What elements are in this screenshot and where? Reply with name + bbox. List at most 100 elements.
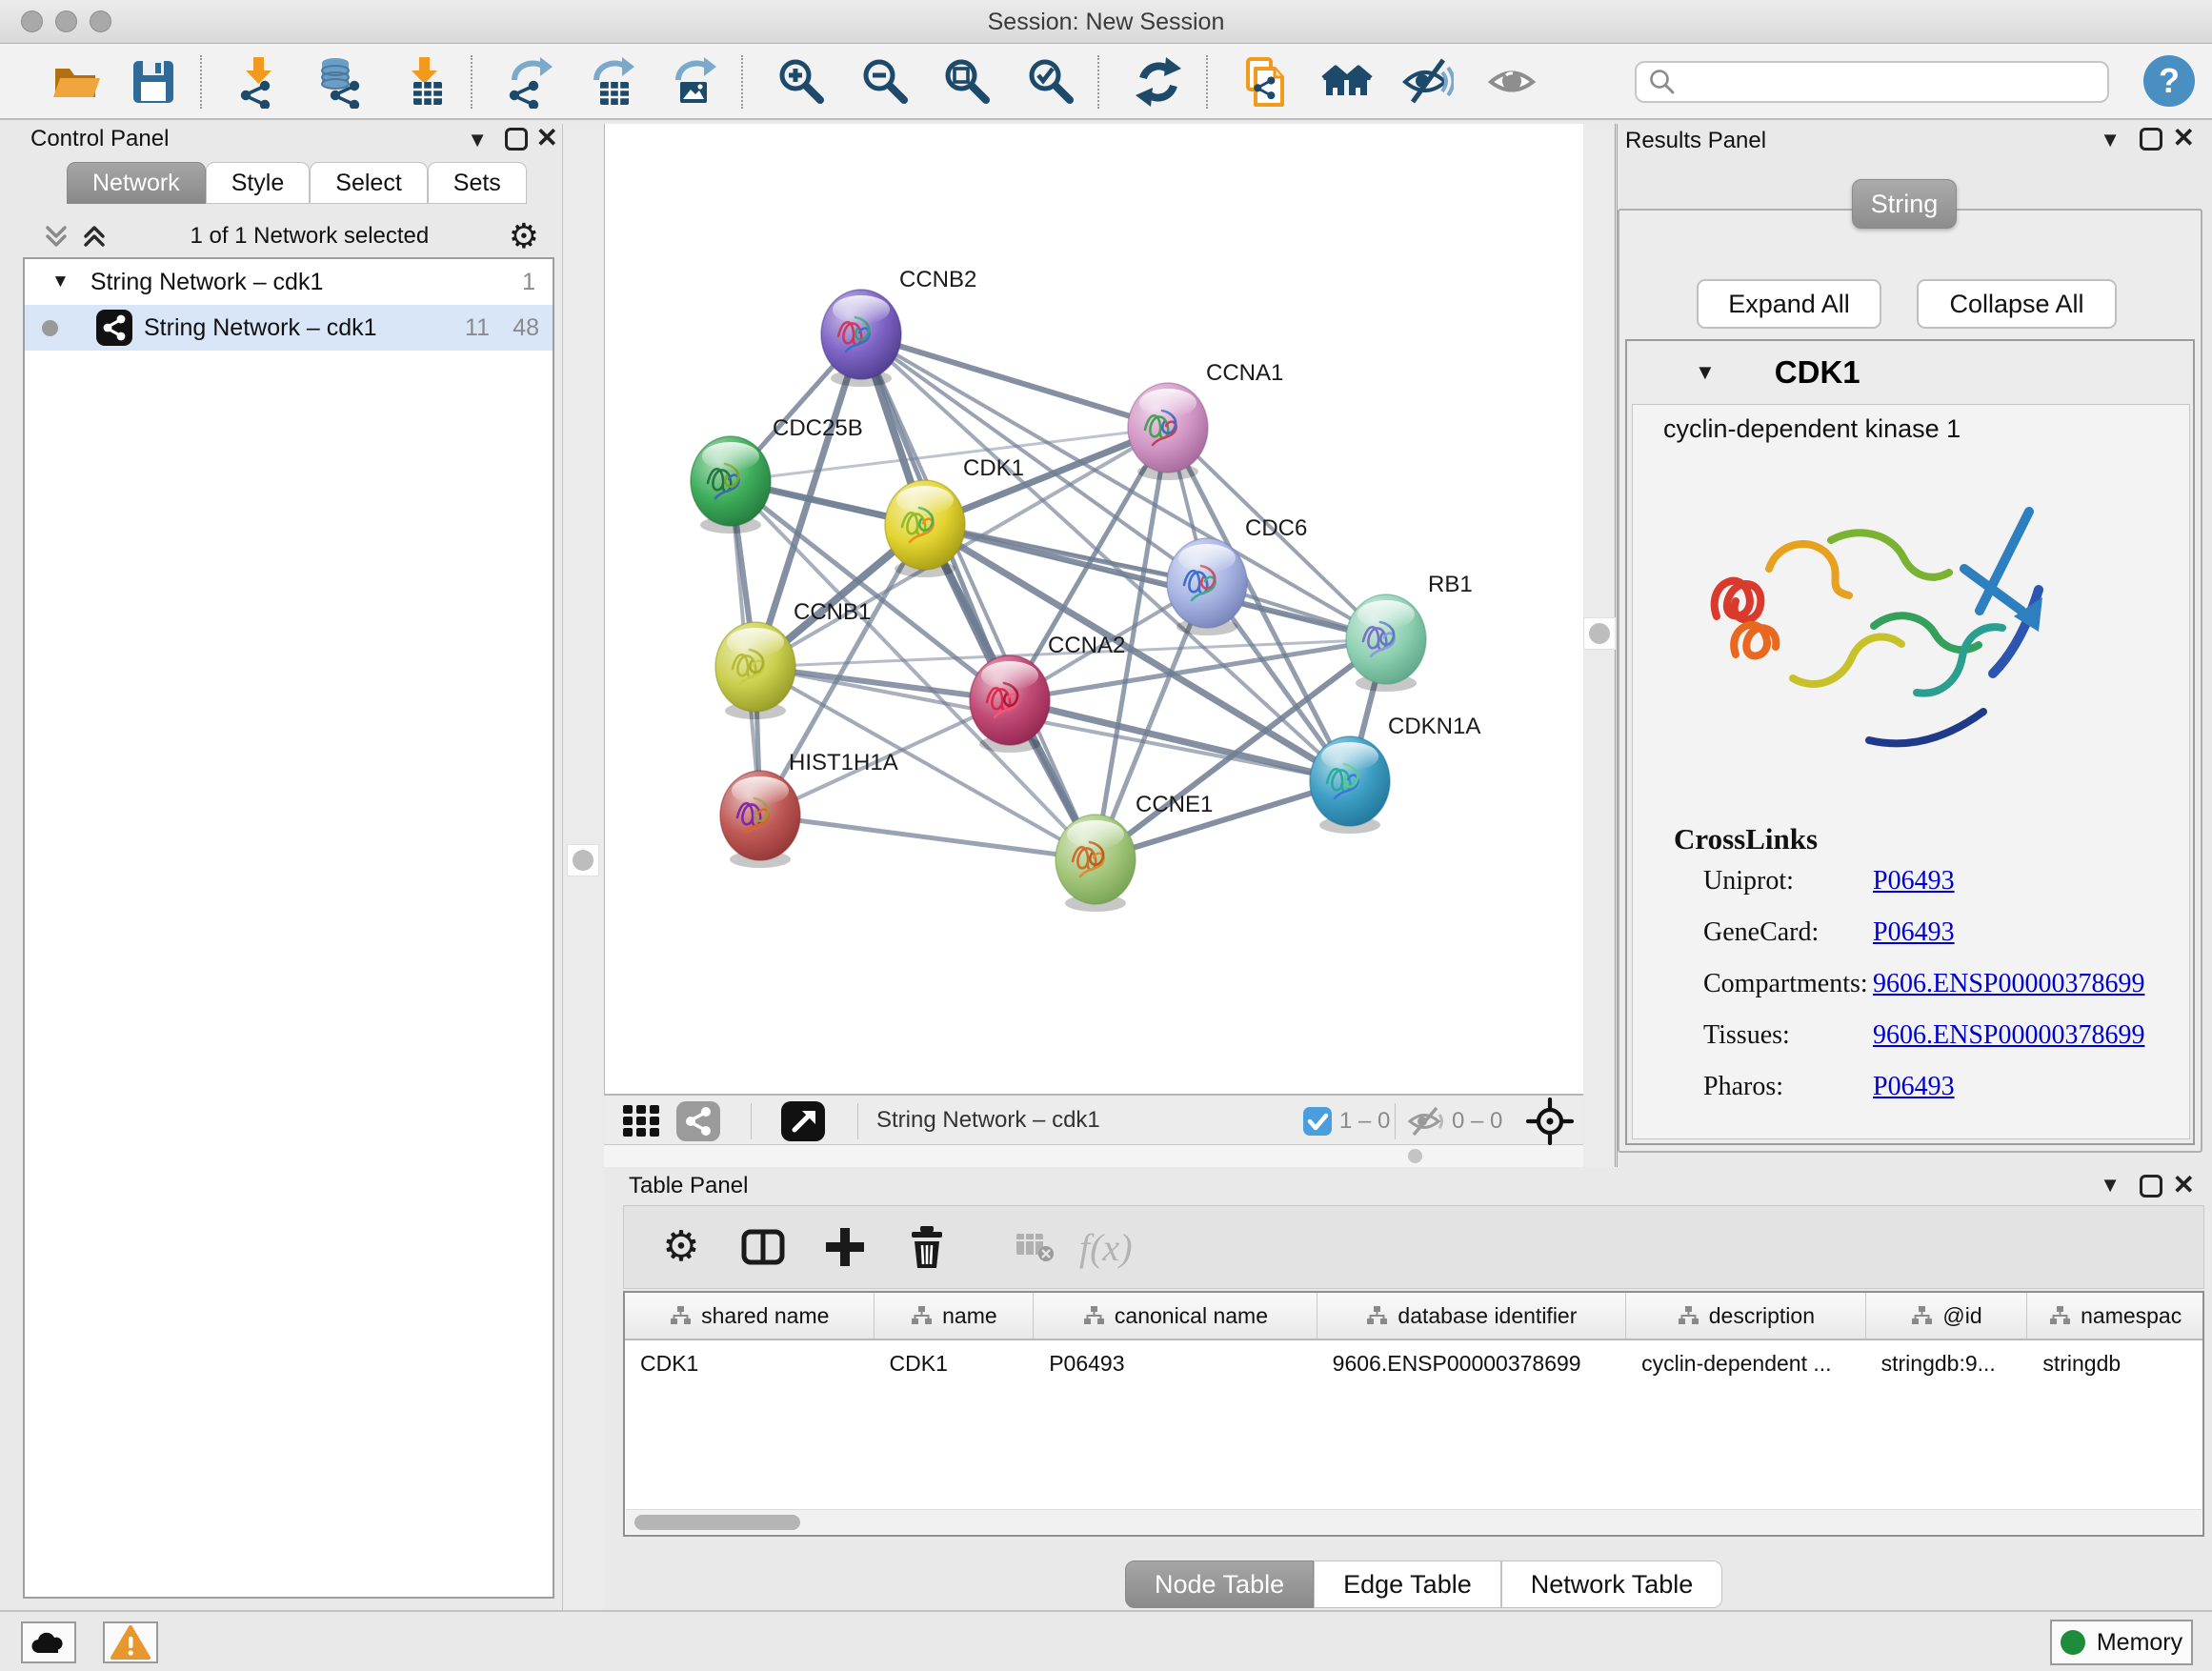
edge-CDK1-RB1[interactable] <box>925 525 1386 639</box>
edge-CCNB2-CCNE1[interactable] <box>861 334 1096 859</box>
tab-network[interactable]: Network <box>67 162 206 204</box>
column-header[interactable]: canonical name <box>1034 1293 1317 1339</box>
zoom-out-button[interactable] <box>855 51 916 112</box>
export-table-button[interactable] <box>581 51 642 112</box>
node-CCNB1[interactable] <box>715 622 795 719</box>
table-panel-close-button[interactable]: ✕ <box>2173 1169 2195 1200</box>
cell-description[interactable]: cyclin-dependent ... <box>1626 1340 1866 1386</box>
tab-edge-table[interactable]: Edge Table <box>1314 1560 1501 1608</box>
cloud-button[interactable] <box>21 1621 76 1663</box>
show-all-button[interactable] <box>1482 51 1543 112</box>
tab-string[interactable]: String <box>1852 179 1957 229</box>
horizontal-splitter-handle[interactable] <box>1408 1149 1422 1163</box>
tab-select[interactable]: Select <box>310 162 427 204</box>
memory-button[interactable]: Memory <box>2050 1620 2193 1665</box>
control-panel-menu-arrow-icon[interactable]: ▼ <box>467 128 488 152</box>
network-row[interactable]: String Network – cdk1 11 48 <box>25 305 553 351</box>
cell-namespace[interactable]: stringdb <box>2027 1340 2202 1386</box>
crosslink-link[interactable]: P06493 <box>1873 866 1955 896</box>
horizontal-splitter[interactable] <box>604 1145 1583 1167</box>
gene-entry-expander-icon[interactable]: ▼ <box>1695 360 1716 385</box>
tab-style[interactable]: Style <box>206 162 311 204</box>
table-panel-float-button[interactable] <box>2140 1175 2162 1198</box>
delete-column-icon[interactable] <box>902 1222 952 1272</box>
tab-network-table[interactable]: Network Table <box>1501 1560 1723 1608</box>
node-CCNE1[interactable] <box>1056 815 1136 912</box>
export-image-button[interactable] <box>663 51 724 112</box>
left-splitter[interactable] <box>562 124 604 1610</box>
crosslink-link[interactable]: 9606.ENSP00000378699 <box>1873 1020 2144 1051</box>
zoom-selected-button[interactable] <box>1021 51 1082 112</box>
gene-entry-header[interactable]: ▼ CDK1 <box>1627 341 2193 404</box>
cell-canonical-name[interactable]: P06493 <box>1034 1340 1317 1386</box>
crosslink-link[interactable]: P06493 <box>1873 917 1955 948</box>
hide-selected-button[interactable] <box>1397 51 1458 112</box>
tab-sets[interactable]: Sets <box>428 162 527 204</box>
birdseye-navigator-icon[interactable] <box>1526 1097 1574 1150</box>
node-RB1[interactable] <box>1346 594 1426 692</box>
right-splitter[interactable] <box>1583 124 1618 1167</box>
show-columns-icon[interactable] <box>738 1222 788 1272</box>
network-graph[interactable]: CCNB2 CCNA1 CDC25B CDK1 CDC6 <box>605 124 1584 1094</box>
node-CCNB2[interactable] <box>821 290 901 387</box>
search-field[interactable] <box>1635 61 2109 103</box>
expand-all-networks-icon[interactable] <box>78 220 111 252</box>
table-row[interactable]: CDK1 CDK1 P06493 9606.ENSP00000378699 cy… <box>625 1340 2202 1386</box>
save-session-button[interactable] <box>122 51 183 112</box>
tab-node-table[interactable]: Node Table <box>1125 1560 1314 1608</box>
network-options-gear-icon[interactable]: ⚙ <box>509 219 539 253</box>
table-options-gear-icon[interactable]: ⚙ <box>656 1222 706 1272</box>
collection-expander-icon[interactable]: ▼ <box>51 272 70 292</box>
results-panel-float-button[interactable] <box>2140 128 2162 151</box>
cell-id[interactable]: stringdb:9... <box>1866 1340 2028 1386</box>
open-in-new-window-icon[interactable] <box>781 1101 825 1141</box>
left-splitter-handle[interactable] <box>567 844 599 876</box>
column-header[interactable]: name <box>875 1293 1035 1339</box>
warning-button[interactable] <box>103 1621 158 1663</box>
edge-HIST1H1A-CCNE1[interactable] <box>760 815 1096 859</box>
node-CCNA2[interactable] <box>970 655 1050 753</box>
column-header[interactable]: namespac <box>2027 1293 2202 1339</box>
cell-shared-name[interactable]: CDK1 <box>625 1340 875 1386</box>
cell-name[interactable]: CDK1 <box>875 1340 1035 1386</box>
zoom-in-button[interactable] <box>772 51 833 112</box>
export-network-button[interactable] <box>499 51 560 112</box>
control-panel-float-button[interactable] <box>505 128 528 151</box>
help-button[interactable]: ? <box>2143 55 2195 107</box>
import-table-button[interactable] <box>394 51 455 112</box>
open-session-button[interactable] <box>46 51 107 112</box>
import-network-database-button[interactable] <box>311 51 372 112</box>
refresh-view-button[interactable] <box>1128 51 1189 112</box>
results-panel-close-button[interactable]: ✕ <box>2173 122 2195 153</box>
add-column-icon[interactable] <box>820 1222 870 1272</box>
network-share-icon[interactable] <box>676 1101 720 1141</box>
edge-CCNB2-CCNA1[interactable] <box>861 334 1168 428</box>
import-network-file-button[interactable] <box>229 51 290 112</box>
right-splitter-handle[interactable] <box>1583 617 1616 650</box>
results-panel-menu-arrow-icon[interactable]: ▼ <box>2100 128 2121 152</box>
crosslink-link[interactable]: 9606.ENSP00000378699 <box>1873 969 2144 999</box>
node-HIST1H1A[interactable] <box>720 771 800 868</box>
table-panel-menu-arrow-icon[interactable]: ▼ <box>2100 1173 2121 1198</box>
collapse-all-button[interactable]: Collapse All <box>1917 279 2117 329</box>
node-CCNA1[interactable] <box>1128 383 1208 480</box>
column-header[interactable]: database identifier <box>1317 1293 1626 1339</box>
network-canvas[interactable]: CCNB2 CCNA1 CDC25B CDK1 CDC6 <box>604 124 1583 1094</box>
collapse-all-networks-icon[interactable] <box>40 220 72 252</box>
node-CDKN1A[interactable] <box>1310 736 1390 834</box>
string-import-button[interactable] <box>1235 51 1296 112</box>
node-CDC25B[interactable] <box>691 436 771 534</box>
control-panel-close-button[interactable]: ✕ <box>536 122 558 153</box>
birdseye-grid-icon[interactable] <box>621 1103 663 1144</box>
selected-checkbox-icon[interactable] <box>1303 1107 1332 1136</box>
first-neighbors-button[interactable] <box>1317 51 1377 112</box>
column-header[interactable]: description <box>1626 1293 1866 1339</box>
column-header[interactable]: @id <box>1866 1293 2028 1339</box>
expand-all-button[interactable]: Expand All <box>1697 279 1881 329</box>
zoom-fit-button[interactable] <box>937 51 998 112</box>
scrollbar-thumb[interactable] <box>634 1515 800 1530</box>
cell-database-identifier[interactable]: 9606.ENSP00000378699 <box>1317 1340 1626 1386</box>
column-header[interactable]: shared name <box>625 1293 875 1339</box>
crosslink-link[interactable]: P06493 <box>1873 1072 1955 1102</box>
network-collection-row[interactable]: ▼ String Network – cdk1 1 <box>25 259 553 305</box>
